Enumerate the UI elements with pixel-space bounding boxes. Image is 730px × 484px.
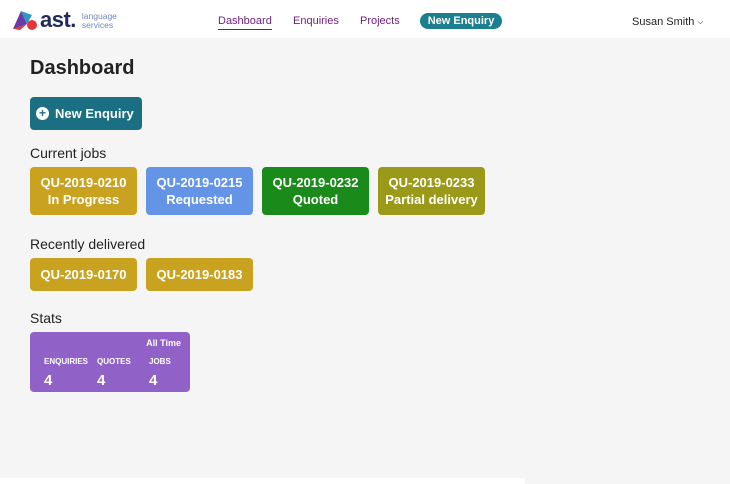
page-title: Dashboard bbox=[30, 57, 135, 79]
stat-quotes-value: 4 bbox=[97, 372, 106, 389]
job-card[interactable]: QU-2019-0210 In Progress bbox=[30, 167, 137, 215]
job-id: QU-2019-0170 bbox=[40, 267, 127, 282]
delivered-job-card[interactable]: QU-2019-0183 bbox=[146, 258, 253, 291]
nav-enquiries-link[interactable]: Enquiries bbox=[293, 14, 339, 28]
job-status: Quoted bbox=[292, 192, 339, 207]
job-id: QU-2019-0210 bbox=[40, 175, 127, 190]
stat-jobs-label: JOBS bbox=[149, 357, 171, 366]
user-menu[interactable]: Susan Smith ⌵ bbox=[632, 15, 703, 29]
stats-period: All Time bbox=[146, 338, 181, 348]
chevron-down-icon: ⌵ bbox=[697, 17, 704, 26]
brand-logo[interactable]: ast. language services bbox=[12, 7, 117, 33]
job-id: QU-2019-0183 bbox=[156, 267, 243, 282]
plus-circle-icon: + bbox=[36, 107, 49, 120]
delivered-job-card[interactable]: QU-2019-0170 bbox=[30, 258, 137, 291]
logo-mark-icon bbox=[12, 8, 38, 32]
job-status: Requested bbox=[166, 192, 233, 207]
nav-dashboard-link[interactable]: Dashboard bbox=[218, 14, 272, 30]
job-card[interactable]: QU-2019-0233 Partial delivery bbox=[378, 167, 485, 215]
job-id: QU-2019-0233 bbox=[388, 175, 475, 190]
footer-strip bbox=[0, 478, 525, 484]
job-id: QU-2019-0215 bbox=[156, 175, 243, 190]
stat-enquiries-label: ENQUIRIES bbox=[44, 357, 89, 366]
recently-delivered-heading: Recently delivered bbox=[30, 236, 146, 252]
user-name: Susan Smith bbox=[632, 16, 695, 28]
nav-projects-link[interactable]: Projects bbox=[360, 14, 400, 28]
job-status: In Progress bbox=[47, 192, 120, 207]
stat-quotes-label: QUOTES bbox=[97, 357, 131, 366]
logo-subtitle: language services bbox=[81, 10, 117, 30]
new-enquiry-button[interactable]: + New Enquiry bbox=[30, 97, 142, 130]
job-card[interactable]: QU-2019-0215 Requested bbox=[146, 167, 253, 215]
job-status: Partial delivery bbox=[385, 192, 478, 207]
stat-enquiries-value: 4 bbox=[44, 372, 53, 389]
nav-new-enquiry-button[interactable]: New Enquiry bbox=[420, 13, 502, 29]
top-navigation-bar: ast. language services Dashboard Enquiri… bbox=[0, 0, 730, 38]
job-card[interactable]: QU-2019-0232 Quoted bbox=[262, 167, 369, 215]
job-id: QU-2019-0232 bbox=[272, 175, 359, 190]
new-enquiry-label: New Enquiry bbox=[55, 106, 134, 121]
current-jobs-heading: Current jobs bbox=[30, 145, 107, 161]
stats-heading: Stats bbox=[30, 310, 62, 326]
logo-wordmark: ast. bbox=[40, 7, 76, 32]
stats-panel: All Time ENQUIRIES 4 QUOTES 4 JOBS 4 bbox=[30, 332, 190, 392]
stat-jobs-value: 4 bbox=[149, 372, 158, 389]
